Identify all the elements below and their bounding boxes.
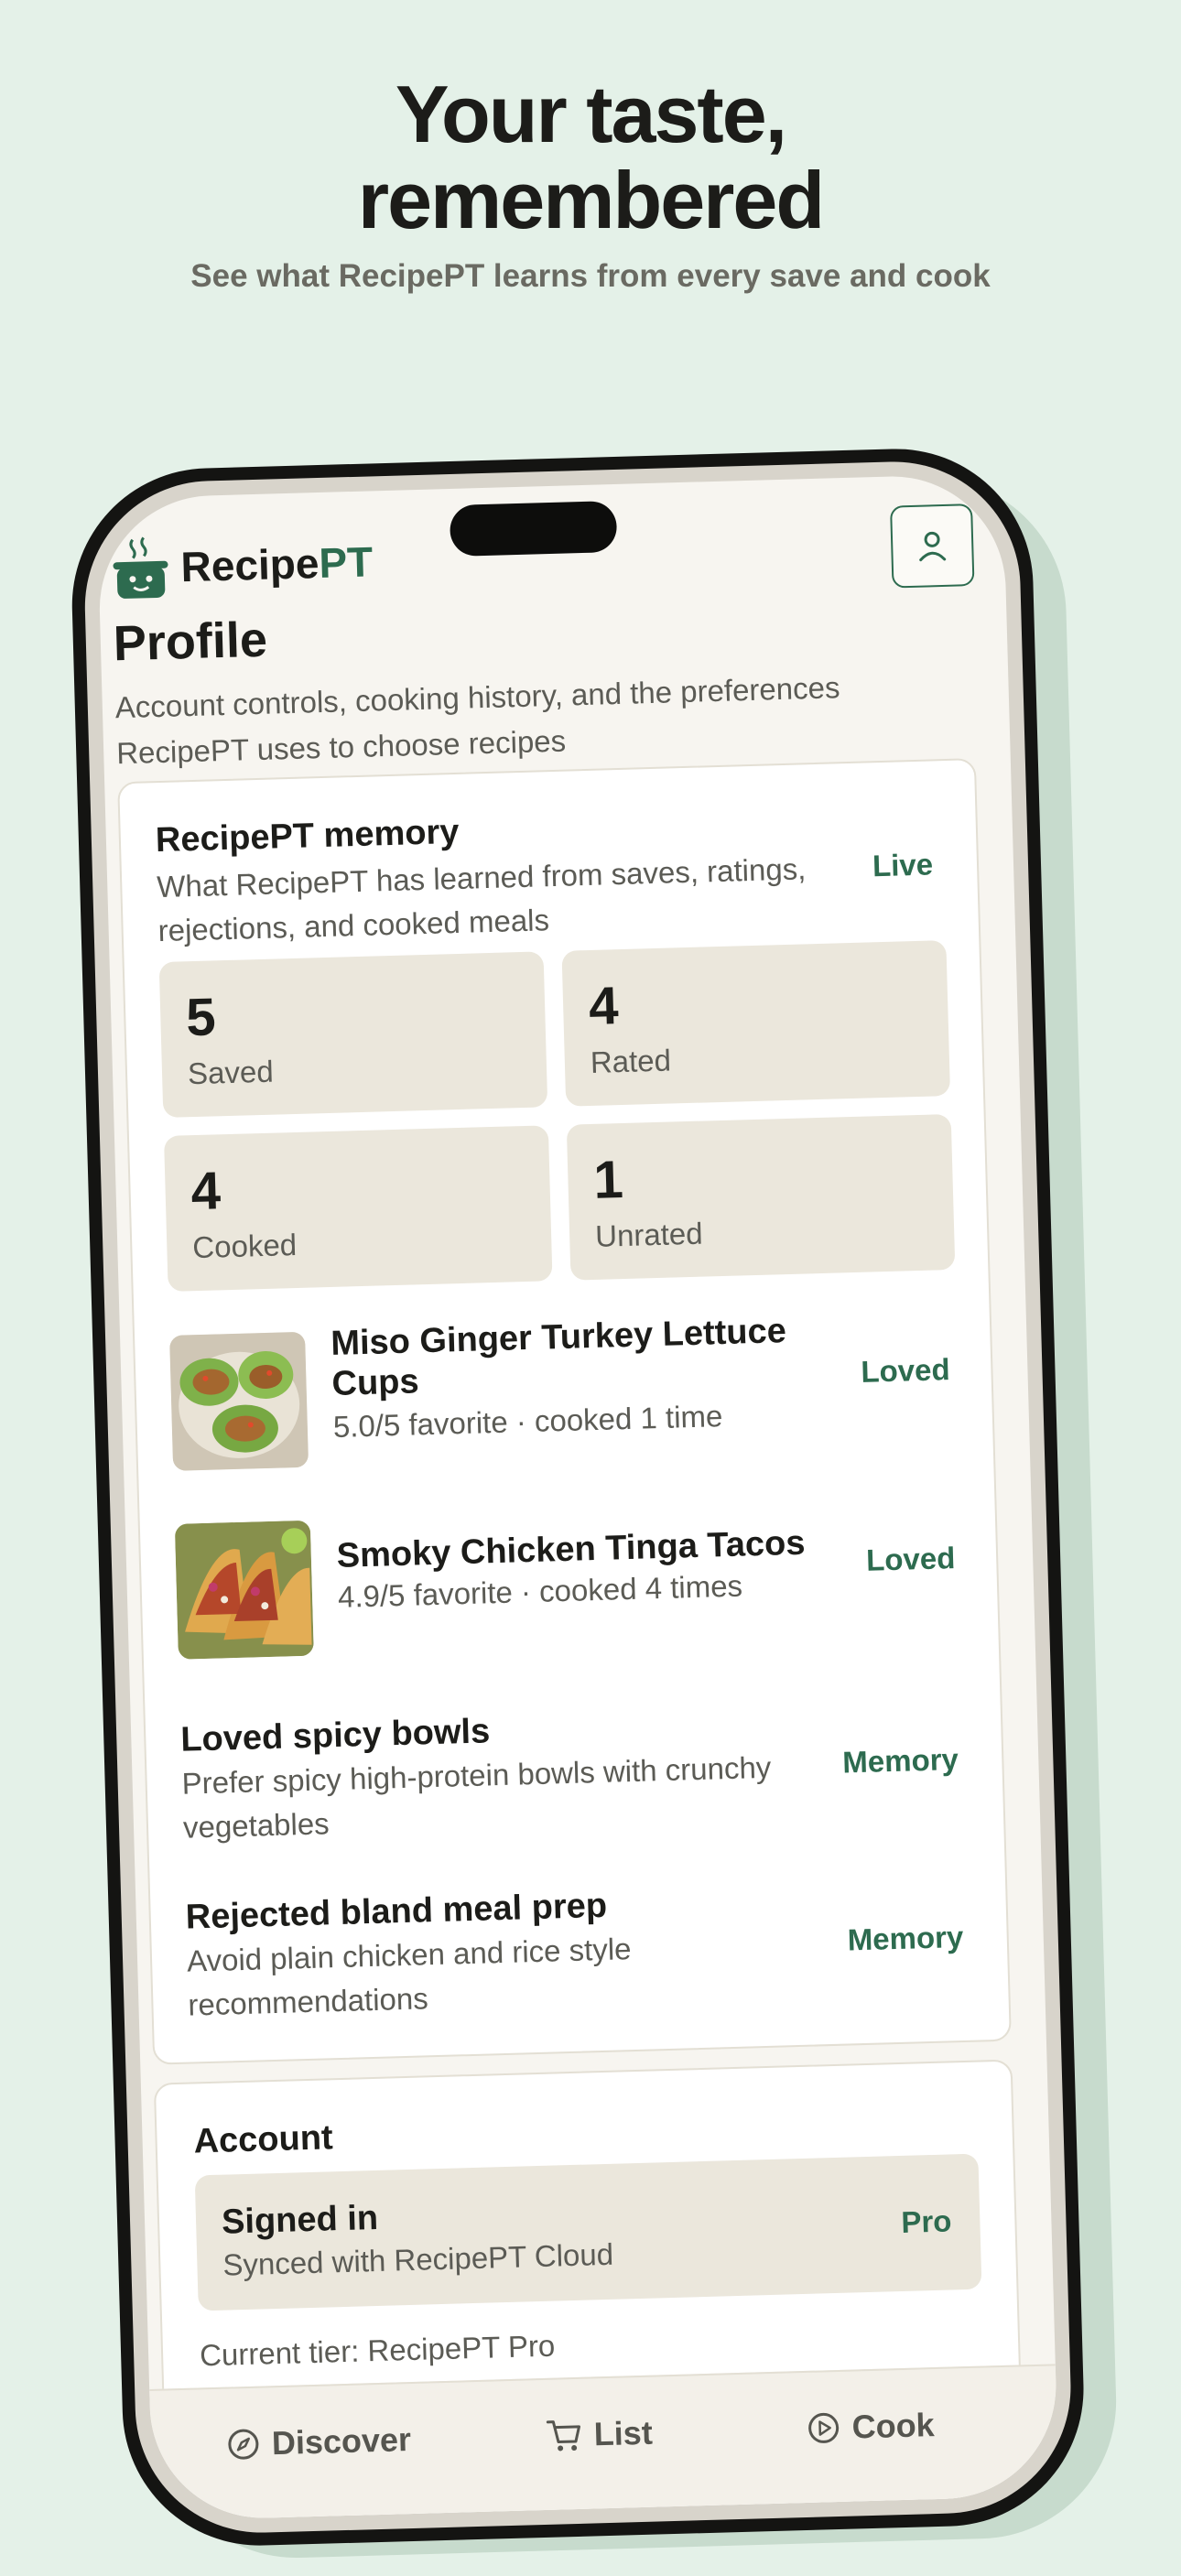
stat-saved[interactable]: 5 Saved: [158, 951, 548, 1119]
tab-cook[interactable]: Cook: [806, 2406, 935, 2448]
signed-in-title: Signed in: [221, 2198, 379, 2242]
stat-label: Cooked: [191, 1228, 298, 1265]
cooking-pot-icon: [113, 536, 168, 599]
tab-label: List: [593, 2413, 654, 2453]
memory-badge: Memory: [841, 1742, 959, 1780]
recipe-image[interactable]: [174, 1520, 314, 1660]
loved-badge: Loved: [860, 1352, 951, 1389]
brand-logo[interactable]: RecipePT: [111, 529, 374, 601]
memory-note-title: Loved spicy bowls: [179, 1712, 491, 1759]
cart-icon: [546, 2420, 580, 2452]
memory-badge: Memory: [847, 1919, 964, 1957]
recipe-image[interactable]: [169, 1331, 309, 1471]
brand-name: RecipePT: [180, 536, 374, 591]
stat-rated[interactable]: 4 Rated: [561, 940, 951, 1107]
stat-value: 5: [185, 987, 217, 1048]
signed-in-subtitle: Synced with RecipePT Cloud: [222, 2236, 614, 2282]
memory-card: RecipePT memory What RecipePT has learne…: [117, 758, 1012, 2065]
stat-cooked[interactable]: 4 Cooked: [163, 1125, 553, 1292]
memory-title: RecipePT memory: [155, 812, 460, 860]
account-title: Account: [193, 2118, 334, 2161]
current-tier: Current tier: RecipePT Pro: [199, 2328, 556, 2373]
person-icon: [919, 531, 947, 562]
live-badge: Live: [872, 847, 934, 883]
stat-unrated[interactable]: 1 Unrated: [566, 1113, 956, 1281]
memory-note-text: Prefer spicy high-protein bowls with cru…: [181, 1749, 772, 1845]
page-description: Account controls, cooking history, and t…: [114, 670, 840, 771]
loved-badge: Loved: [865, 1541, 956, 1577]
memory-note-text: Avoid plain chicken and rice style recom…: [186, 1932, 632, 2022]
recipe-name[interactable]: Miso Ginger Turkey Lettuce Cups: [330, 1309, 845, 1404]
lettuce-cups-photo: [169, 1331, 309, 1471]
recipe-name[interactable]: Smoky Chicken Tinga Tacos: [336, 1521, 850, 1576]
stat-value: 4: [588, 976, 620, 1036]
dynamic-island: [449, 500, 618, 557]
play-icon: [808, 2412, 840, 2443]
recipe-meta: 5.0/5 favorite · cooked 1 time: [332, 1399, 723, 1444]
tab-label: Discover: [271, 2420, 412, 2462]
pro-badge: Pro: [900, 2203, 952, 2239]
tacos-photo: [174, 1520, 314, 1660]
stat-label: Rated: [590, 1043, 672, 1079]
account-button[interactable]: [890, 503, 975, 589]
tab-list[interactable]: List: [546, 2414, 653, 2455]
tab-discover[interactable]: Discover: [225, 2420, 411, 2464]
recipe-meta: 4.9/5 favorite · cooked 4 times: [337, 1568, 743, 1614]
page-title: Profile: [113, 612, 268, 672]
memory-subtitle: What RecipePT has learned from saves, ra…: [156, 851, 807, 948]
compass-icon: [228, 2429, 259, 2460]
brand-name-accent: PT: [318, 537, 374, 588]
stat-value: 4: [190, 1161, 222, 1222]
bottom-tab-bar: Discover List Cook: [149, 2364, 1059, 2521]
app-screen: RecipePT Profile Account controls, cooki…: [96, 473, 1059, 2521]
brand-name-main: Recipe: [179, 539, 320, 591]
phone-mockup: RecipePT Profile Account controls, cooki…: [0, 0, 1181, 2576]
signed-in-status[interactable]: Signed in Synced with RecipePT Cloud Pro: [194, 2153, 982, 2311]
stat-label: Saved: [187, 1054, 275, 1091]
stat-value: 1: [592, 1150, 624, 1210]
stat-label: Unrated: [594, 1216, 704, 1253]
tab-label: Cook: [851, 2406, 936, 2446]
